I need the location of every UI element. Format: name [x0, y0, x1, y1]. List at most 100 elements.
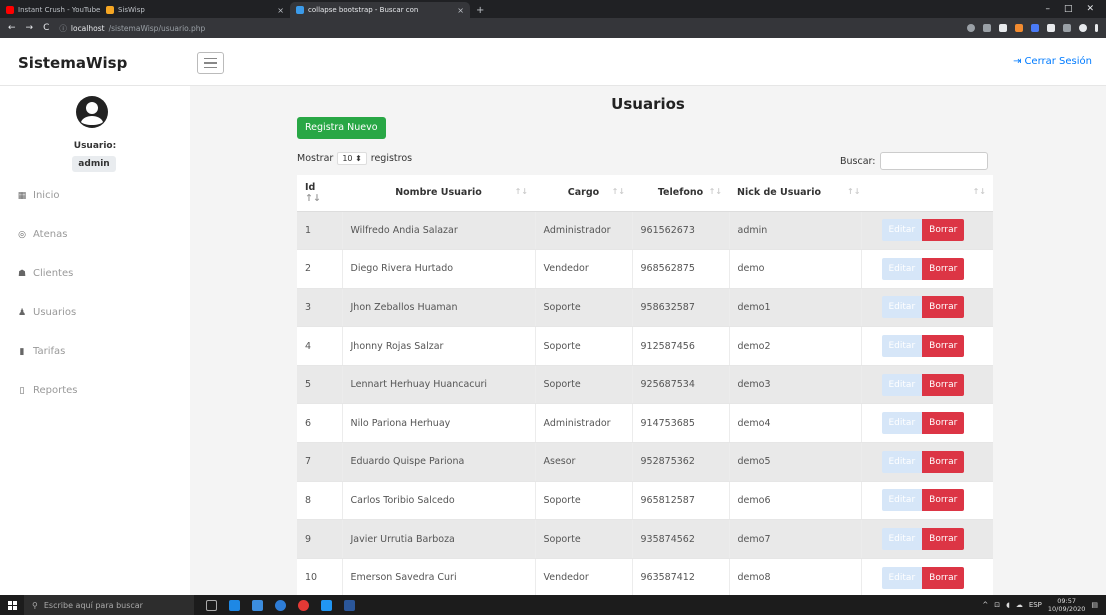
- app-icon[interactable]: [252, 599, 263, 611]
- delete-button[interactable]: Borrar: [922, 335, 965, 358]
- edit-button[interactable]: Editar: [881, 257, 923, 280]
- site-icon: [106, 6, 114, 14]
- sidebar-item-clientes[interactable]: ☗ Clientes: [0, 254, 190, 293]
- info-icon[interactable]: ⓘ: [59, 23, 67, 34]
- edge-icon[interactable]: [275, 599, 286, 611]
- edit-button[interactable]: Editar: [881, 566, 923, 589]
- sidebar-item-label: Inicio: [33, 190, 60, 201]
- maximize-icon[interactable]: □: [1064, 4, 1073, 14]
- edit-button[interactable]: Editar: [881, 489, 923, 512]
- edit-button[interactable]: Editar: [881, 219, 923, 242]
- register-new-button[interactable]: Registra Nuevo: [297, 117, 386, 139]
- file-icon: ▮: [19, 346, 25, 357]
- cell-name: Javier Urrutia Barboza: [341, 519, 535, 559]
- cell-id: 3: [297, 288, 342, 328]
- chevron-up-icon[interactable]: ^: [982, 601, 988, 609]
- windows-logo-icon: [7, 600, 17, 610]
- browser-tab-search[interactable]: collapse bootstrap - Buscar con ×: [290, 2, 470, 18]
- sidebar-item-usuarios[interactable]: ♟ Usuarios: [0, 293, 190, 332]
- column-header-actions[interactable]: ↑↓: [861, 175, 993, 212]
- windows-start-button[interactable]: [0, 595, 24, 615]
- zoom-icon[interactable]: [967, 24, 975, 32]
- network-icon[interactable]: ⊡: [994, 601, 1000, 609]
- delete-button[interactable]: Borrar: [922, 489, 965, 512]
- records-label: registros: [370, 153, 413, 164]
- cell-telefono: 925687534: [631, 365, 729, 405]
- menu-kebab-icon[interactable]: [1095, 24, 1098, 32]
- close-icon[interactable]: ×: [457, 6, 464, 15]
- sidebar-item-reportes[interactable]: ▯ Reportes: [0, 371, 190, 410]
- delete-button[interactable]: Borrar: [922, 296, 965, 319]
- app-icon[interactable]: [229, 599, 240, 611]
- taskbar-search[interactable]: ⚲ Escribe aquí para buscar: [24, 595, 194, 615]
- page-length-select[interactable]: 10 ⬍: [337, 152, 367, 165]
- delete-button[interactable]: Borrar: [922, 412, 965, 435]
- url-field[interactable]: ⓘ localhost/sistemaWisp/usuario.php: [59, 23, 205, 34]
- delete-button[interactable]: Borrar: [922, 528, 965, 551]
- close-window-icon[interactable]: ✕: [1086, 4, 1094, 14]
- task-view-icon[interactable]: [206, 599, 217, 611]
- extension-icon[interactable]: [1031, 24, 1039, 32]
- delete-button[interactable]: Borrar: [922, 566, 965, 589]
- delete-button[interactable]: Borrar: [922, 219, 965, 242]
- delete-button[interactable]: Borrar: [922, 257, 965, 280]
- volume-icon[interactable]: ◖: [1006, 601, 1010, 609]
- browser-tab-siswisp[interactable]: SisWisp ×: [100, 2, 290, 18]
- search-input[interactable]: [880, 152, 989, 170]
- row-actions: Editar Borrar: [881, 373, 986, 396]
- edit-button[interactable]: Editar: [881, 528, 923, 551]
- sidebar-toggle-button[interactable]: [197, 52, 224, 74]
- cell-cargo: Administrador: [534, 403, 632, 444]
- column-header-telefono[interactable]: Telefono ↑↓: [632, 175, 729, 212]
- edit-button[interactable]: Editar: [881, 335, 923, 358]
- column-header-id[interactable]: Id ↑↓: [297, 175, 342, 212]
- minimize-icon[interactable]: –: [1045, 4, 1050, 14]
- star-icon[interactable]: [983, 24, 991, 32]
- brand-logo[interactable]: SistemaWisp: [18, 54, 127, 72]
- logout-link[interactable]: ⇥ Cerrar Sesión: [1013, 56, 1092, 67]
- sidebar-item-inicio[interactable]: ▦ Inicio: [0, 176, 190, 215]
- browser-tab-bar: Instant Crush - YouTube × SisWisp × coll…: [0, 0, 1106, 18]
- extension-icon[interactable]: [1015, 24, 1023, 32]
- column-header-nick[interactable]: Nick de Usuario ↑↓: [729, 175, 861, 212]
- notifications-icon[interactable]: ▤: [1091, 601, 1098, 609]
- sidebar-item-tarifas[interactable]: ▮ Tarifas: [0, 332, 190, 371]
- column-header-name[interactable]: Nombre Usuario ↑↓: [342, 175, 535, 212]
- cell-telefono: 961562673: [631, 211, 729, 251]
- chrome-icon[interactable]: [298, 599, 309, 611]
- taskbar-apps: [194, 599, 355, 611]
- profile-icon[interactable]: [1079, 24, 1087, 32]
- clock-date: 10/09/2020: [1047, 605, 1086, 613]
- edit-button[interactable]: Editar: [881, 373, 923, 396]
- new-tab-button[interactable]: +: [470, 2, 490, 18]
- back-icon[interactable]: ←: [8, 23, 16, 33]
- sidebar-item-atenas[interactable]: ◎ Atenas: [0, 215, 190, 254]
- puzzle-icon[interactable]: [1047, 24, 1055, 32]
- edit-button[interactable]: Editar: [881, 296, 923, 319]
- edit-button[interactable]: Editar: [881, 450, 923, 473]
- cast-icon[interactable]: [999, 24, 1007, 32]
- language-indicator[interactable]: ESP: [1029, 601, 1042, 609]
- reload-icon[interactable]: C: [43, 23, 49, 33]
- table-row: 10 Emerson Savedra Curi Vendedor 963587412 d…: [297, 558, 993, 595]
- taskbar-clock[interactable]: 09:57 10/09/2020: [1048, 597, 1085, 613]
- playlist-icon[interactable]: [1063, 24, 1071, 32]
- cloud-icon[interactable]: ☁: [1016, 601, 1023, 609]
- cell-id: 5: [297, 365, 342, 405]
- sort-asc-icon: ↑↓: [305, 192, 321, 204]
- delete-button[interactable]: Borrar: [922, 373, 965, 396]
- table-search: Buscar:: [840, 152, 989, 170]
- cell-name: Lennart Herhuay Huancacuri: [341, 365, 535, 405]
- close-icon[interactable]: ×: [277, 6, 284, 15]
- vscode-icon[interactable]: [321, 599, 332, 611]
- cell-nick: demo7: [728, 519, 861, 559]
- edit-button[interactable]: Editar: [881, 412, 923, 435]
- word-icon[interactable]: [344, 599, 355, 611]
- delete-button[interactable]: Borrar: [922, 450, 965, 473]
- sort-icon: ↑↓: [972, 187, 986, 196]
- forward-icon[interactable]: →: [26, 23, 34, 33]
- column-header-cargo[interactable]: Cargo ↑↓: [535, 175, 632, 212]
- browser-tab-youtube[interactable]: Instant Crush - YouTube ×: [0, 2, 100, 18]
- column-label: Nick de Usuario: [737, 187, 822, 199]
- table-row: 6 Nilo Pariona Herhuay Administrador 914753…: [297, 403, 993, 444]
